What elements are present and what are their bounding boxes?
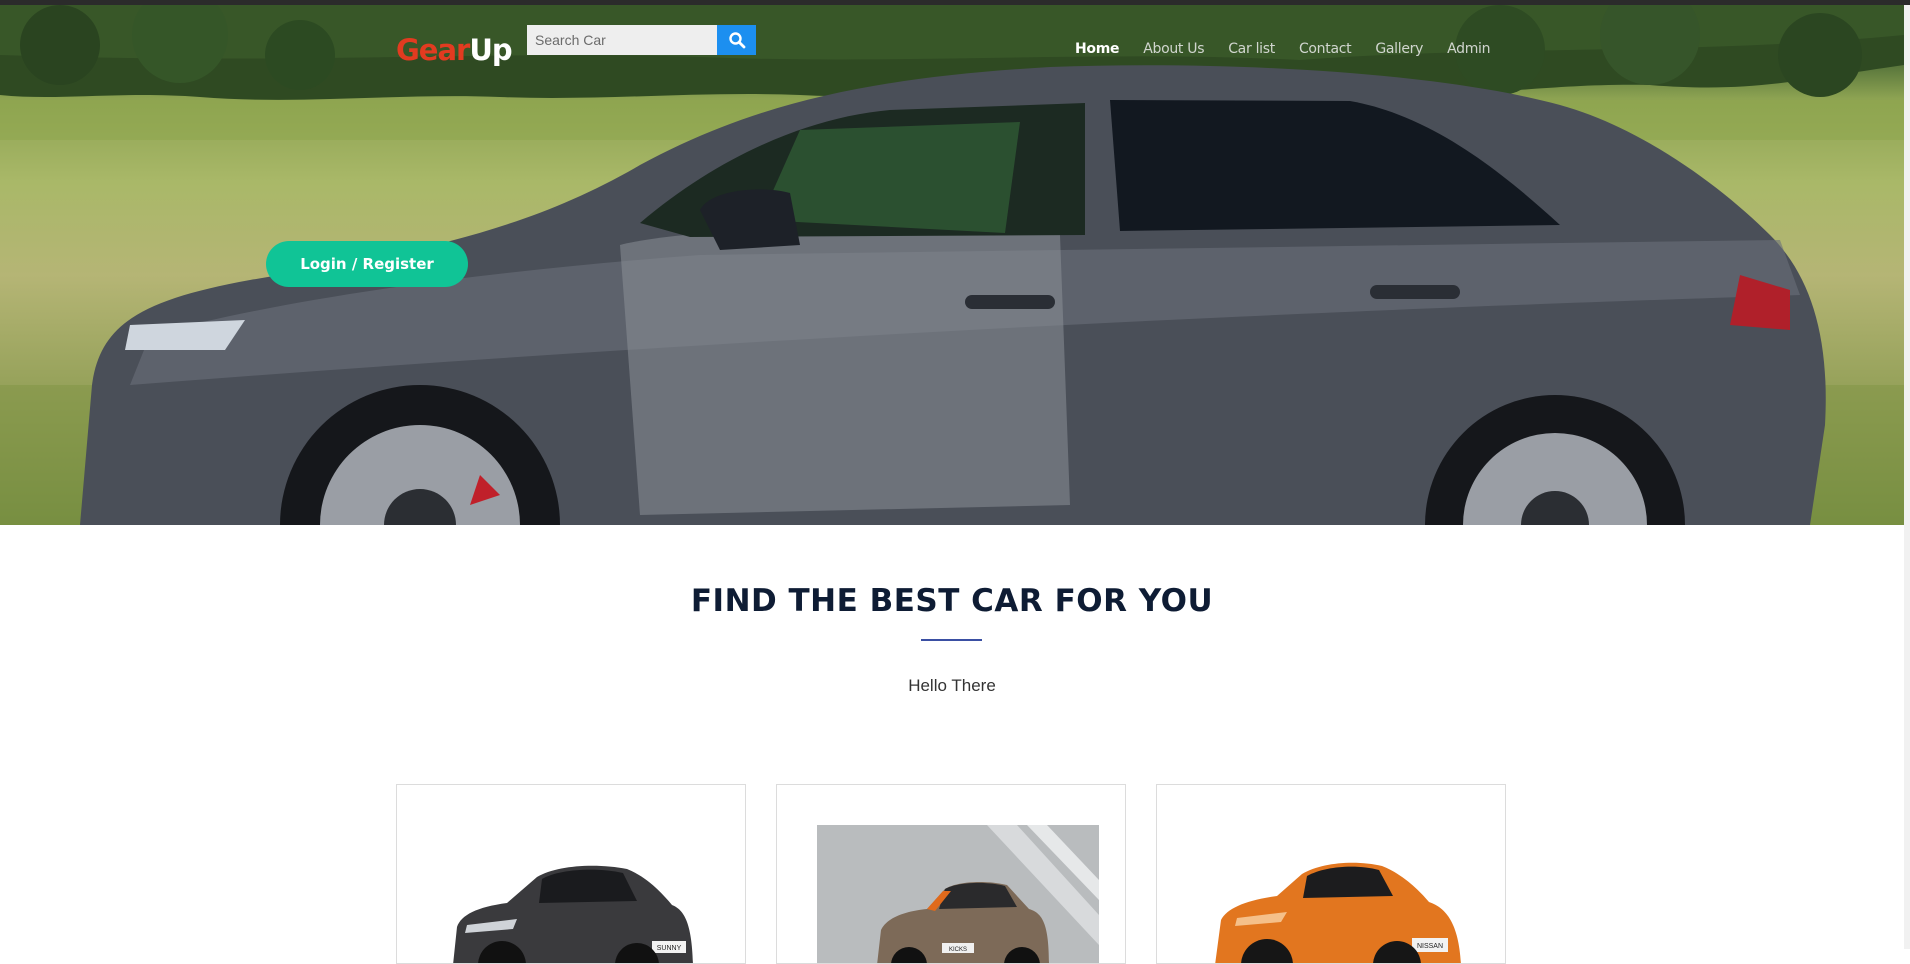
car-card[interactable]: KICKS xyxy=(776,784,1126,964)
search-input[interactable] xyxy=(527,25,717,55)
section-title: FIND THE BEST CAR FOR YOU xyxy=(690,583,1214,619)
car-card[interactable]: NISSAN xyxy=(1156,784,1506,964)
main-nav: Home About Us Car list Contact Gallery A… xyxy=(1075,41,1514,57)
nav-home[interactable]: Home xyxy=(1075,41,1120,57)
brand-logo-part1: Gear xyxy=(396,33,470,67)
car-plate-text: KICKS xyxy=(949,947,967,953)
login-register-button[interactable]: Login / Register xyxy=(266,241,468,287)
nav-about-us[interactable]: About Us xyxy=(1143,41,1204,57)
car-image-sunny: SUNNY xyxy=(453,865,693,963)
section-subtitle: Hello There xyxy=(908,676,996,695)
page-scrollbar[interactable] xyxy=(1904,5,1910,949)
title-underline xyxy=(921,639,982,641)
car-card[interactable]: SUNNY xyxy=(396,784,746,964)
brand-logo[interactable]: GearUp xyxy=(396,32,513,68)
nav-car-list[interactable]: Car list xyxy=(1228,41,1275,57)
top-navbar: GearUp Home About Us Car list Contact Ga… xyxy=(0,5,1904,85)
nav-contact[interactable]: Contact xyxy=(1299,41,1352,57)
brand-logo-part2: Up xyxy=(469,33,512,67)
car-image-gtr: NISSAN xyxy=(1215,862,1461,963)
search-button[interactable] xyxy=(717,25,756,55)
search-bar xyxy=(527,25,756,55)
search-icon xyxy=(728,32,745,49)
nav-admin[interactable]: Admin xyxy=(1447,41,1490,57)
car-image-kicks: KICKS xyxy=(817,825,1099,963)
nav-gallery[interactable]: Gallery xyxy=(1375,41,1423,57)
